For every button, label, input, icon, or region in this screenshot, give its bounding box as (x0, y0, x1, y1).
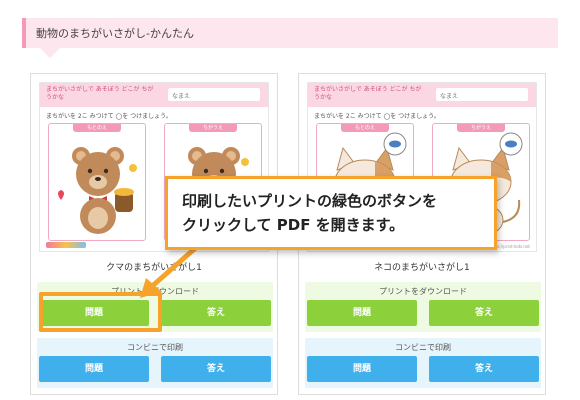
answer-download-button[interactable]: 答え (161, 300, 271, 326)
header-notch (40, 48, 60, 58)
question-download-button[interactable]: 問題 (307, 300, 417, 326)
answer-download-button[interactable]: 答え (429, 300, 539, 326)
callout-line-2: クリックして PDF を開きます。 (182, 216, 405, 234)
convenience-label: コンビニで印刷 (395, 343, 451, 352)
thumbnail-instruction: まちがいを 2こ みつけて ◯を つけましょう。 (314, 113, 440, 120)
thumbnail-name-field: なまえ (436, 88, 528, 101)
answer-convenience-button[interactable]: 答え (161, 356, 271, 382)
convenience-print-section: コンビニで印刷 問題 答え (37, 338, 273, 388)
download-section: プリントをダウンロード 問題 答え (305, 282, 541, 332)
instruction-callout: 印刷したいプリントの緑色のボタンを クリックして PDF を開きます。 (165, 176, 497, 250)
callout-text: 印刷したいプリントの緑色のボタンを クリックして PDF を開きます。 (182, 189, 492, 237)
download-label: プリントをダウンロード (379, 287, 467, 296)
thumbnail-instruction: まちがいを 2こ みつけて ◯を つけましょう。 (46, 113, 172, 120)
button-highlight-frame (39, 292, 162, 332)
print-title[interactable]: クマのまちがいさがし1 (31, 260, 277, 273)
thumbnail-title: まちがいさがしで あそぼう どこが ちがうかな (314, 86, 422, 101)
bear-illustration (58, 147, 137, 234)
original-picture-pane: もとのえ (48, 123, 146, 241)
question-convenience-button[interactable]: 問題 (307, 356, 417, 382)
answer-convenience-button[interactable]: 答え (429, 356, 539, 382)
thumbnail-header: まちがいさがしで あそぼう どこが ちがうかな なまえ (40, 83, 268, 107)
convenience-label: コンビニで印刷 (127, 343, 183, 352)
print-title[interactable]: ネコのまちがいさがし1 (299, 260, 545, 273)
question-convenience-button[interactable]: 問題 (39, 356, 149, 382)
callout-line-1: 印刷したいプリントの緑色のボタンを (182, 192, 438, 210)
section-title: 動物のまちがいさがし-かんたん (36, 27, 194, 40)
thumbnail-title: まちがいさがしで あそぼう どこが ちがうかな (46, 86, 154, 101)
section-header: 動物のまちがいさがし-かんたん (22, 18, 558, 48)
thumbnail-header: まちがいさがしで あそぼう どこが ちがうかな なまえ (308, 83, 536, 107)
site-logo (46, 242, 86, 248)
thumbnail-name-field: なまえ (168, 88, 260, 101)
convenience-print-section: コンビニで印刷 問題 答え (305, 338, 541, 388)
